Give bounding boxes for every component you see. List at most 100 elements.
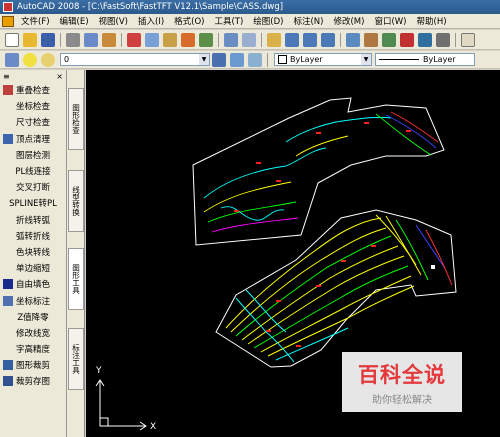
menu-view[interactable]: 视图(V): [94, 15, 133, 27]
properties-icon[interactable]: [346, 32, 360, 47]
sidebar-item-label: 顶点清理: [15, 134, 50, 145]
undo-icon[interactable]: [224, 32, 238, 47]
sidebar-item[interactable]: 图形裁剪: [0, 357, 66, 373]
watermark: 百科全说 助你轻松解决: [342, 352, 462, 412]
sidebar-item-label: 图形裁剪: [15, 361, 50, 372]
menu-draw[interactable]: 绘图(D): [248, 15, 288, 27]
watermark-subtitle: 助你轻松解决: [372, 394, 432, 406]
sidebar-item[interactable]: 单边缩短: [0, 260, 66, 276]
tab-graphic-tools[interactable]: 图形工具: [68, 248, 84, 310]
layer-dropdown[interactable]: 0 ▼: [60, 53, 210, 66]
toolbar-separator: [60, 32, 61, 47]
menu-window[interactable]: 窗口(W): [369, 15, 411, 27]
linetype-dropdown[interactable]: ByLayer: [375, 53, 475, 66]
print-icon[interactable]: [66, 32, 80, 47]
menu-tools[interactable]: 工具(T): [209, 15, 248, 27]
linetype-preview: [379, 59, 419, 60]
sidebar-item-label: 重叠检查: [15, 86, 50, 97]
layer-freeze-icon[interactable]: [41, 52, 55, 67]
color-dropdown[interactable]: ByLayer ▼: [274, 53, 372, 66]
sidebar-item[interactable]: 色块转线: [0, 244, 66, 260]
close-icon[interactable]: ×: [56, 72, 63, 81]
menu-bar: 文件(F) 编辑(E) 视图(V) 插入(I) 格式(O) 工具(T) 绘图(D…: [0, 14, 500, 29]
sidebar-item[interactable]: Z值降零: [0, 309, 66, 325]
sheet-set-icon[interactable]: [400, 32, 414, 47]
sidebar-item[interactable]: 坐标检查: [0, 98, 66, 114]
tab-graphic-check[interactable]: 图形检查: [68, 88, 84, 150]
save-icon[interactable]: [41, 32, 55, 47]
menu-insert[interactable]: 插入(I): [133, 15, 169, 27]
upper-markers: [234, 122, 411, 212]
clip-shape-icon: [3, 360, 13, 371]
sidebar-item-label: 修改线宽: [15, 328, 50, 339]
open-file-icon[interactable]: [23, 32, 37, 47]
sidebar-item[interactable]: 顶点清理: [0, 131, 66, 147]
block-editor-icon[interactable]: [199, 32, 213, 47]
sidebar-item-label: 弧转折线: [15, 231, 50, 242]
panel-header: ≡ ×: [0, 70, 66, 82]
lower-markers: [266, 245, 435, 347]
toolbar-separator: [261, 32, 262, 47]
sidebar-item-label: 色块转线: [15, 247, 50, 258]
sidebar-item[interactable]: 折线转弧: [0, 212, 66, 228]
coordinate-label-icon: [3, 295, 13, 306]
sidebar-item-label: 图层检测: [15, 150, 50, 161]
tool-palette-panel: ≡ × 重叠检查坐标检查 尺寸检查顶点清理图层检测 PL线连接 交叉打断 SPLINE转…: [0, 70, 67, 437]
sidebar-item[interactable]: PL线连接: [0, 163, 66, 179]
sidebar-item[interactable]: 坐标标注: [0, 292, 66, 308]
tab-annotation-tools[interactable]: 标注工具: [68, 328, 84, 390]
design-center-icon[interactable]: [364, 32, 378, 47]
cut-icon[interactable]: [127, 32, 141, 47]
sidebar-item[interactable]: 修改线宽: [0, 325, 66, 341]
new-file-icon[interactable]: [5, 32, 19, 47]
sidebar-item[interactable]: SPLINE转PL: [0, 195, 66, 211]
document-menu-icon[interactable]: [2, 15, 14, 27]
redo-icon[interactable]: [242, 32, 256, 47]
copy-icon[interactable]: [145, 32, 159, 47]
tab-linetype-convert[interactable]: 线型转换: [68, 170, 84, 232]
match-properties-icon[interactable]: [181, 32, 195, 47]
vertex-clean-icon: [3, 133, 13, 144]
markup-icon[interactable]: [418, 32, 432, 47]
publish-icon[interactable]: [102, 32, 116, 47]
sidebar-item-label: 坐标检查: [15, 102, 50, 113]
sidebar-item[interactable]: 弧转折线: [0, 228, 66, 244]
sidebar-item[interactable]: 字高精度: [0, 341, 66, 357]
pan-icon[interactable]: [267, 32, 281, 47]
sidebar-item[interactable]: 交叉打断: [0, 179, 66, 195]
sidebar-item[interactable]: 重叠检查: [0, 82, 66, 98]
print-preview-icon[interactable]: [84, 32, 98, 47]
menu-help[interactable]: 帮助(H): [412, 15, 452, 27]
zoom-realtime-icon[interactable]: [285, 32, 299, 47]
sidebar-item[interactable]: 尺寸检查: [0, 114, 66, 130]
panel-grip-icon[interactable]: ≡: [3, 72, 10, 81]
toolbar-separator: [121, 32, 122, 47]
paste-icon[interactable]: [163, 32, 177, 47]
menu-dimension[interactable]: 标注(N): [288, 15, 328, 27]
tool-palettes-icon[interactable]: [382, 32, 396, 47]
layer-manager-icon[interactable]: [5, 52, 19, 67]
menu-edit[interactable]: 编辑(E): [55, 15, 94, 27]
overlap-check-icon: [3, 85, 13, 96]
sidebar-item[interactable]: 裁剪存图: [0, 373, 66, 389]
color-value: ByLayer: [290, 55, 323, 64]
layer-previous-icon[interactable]: [230, 52, 244, 67]
zoom-window-icon[interactable]: [303, 32, 317, 47]
standard-toolbar: [0, 30, 500, 50]
make-object-layer-current-icon[interactable]: [212, 52, 226, 67]
menu-format[interactable]: 格式(O): [169, 15, 209, 27]
sidebar-item[interactable]: 自由填色: [0, 276, 66, 292]
calculator-icon[interactable]: [436, 32, 450, 47]
sidebar-item-label: 字高精度: [15, 345, 50, 356]
sidebar-item-label: 单边缩短: [15, 264, 50, 275]
text-style-icon[interactable]: [461, 32, 475, 47]
layer-current-value: 0: [64, 55, 70, 64]
menu-modify[interactable]: 修改(M): [328, 15, 369, 27]
zoom-previous-icon[interactable]: [321, 32, 335, 47]
autocad-app-icon: [3, 2, 13, 12]
layer-on-icon[interactable]: [23, 52, 37, 67]
sidebar-item-label: 自由填色: [15, 280, 50, 291]
menu-file[interactable]: 文件(F): [16, 15, 55, 27]
sidebar-item[interactable]: 图层检测: [0, 147, 66, 163]
layer-states-icon[interactable]: [248, 52, 262, 67]
